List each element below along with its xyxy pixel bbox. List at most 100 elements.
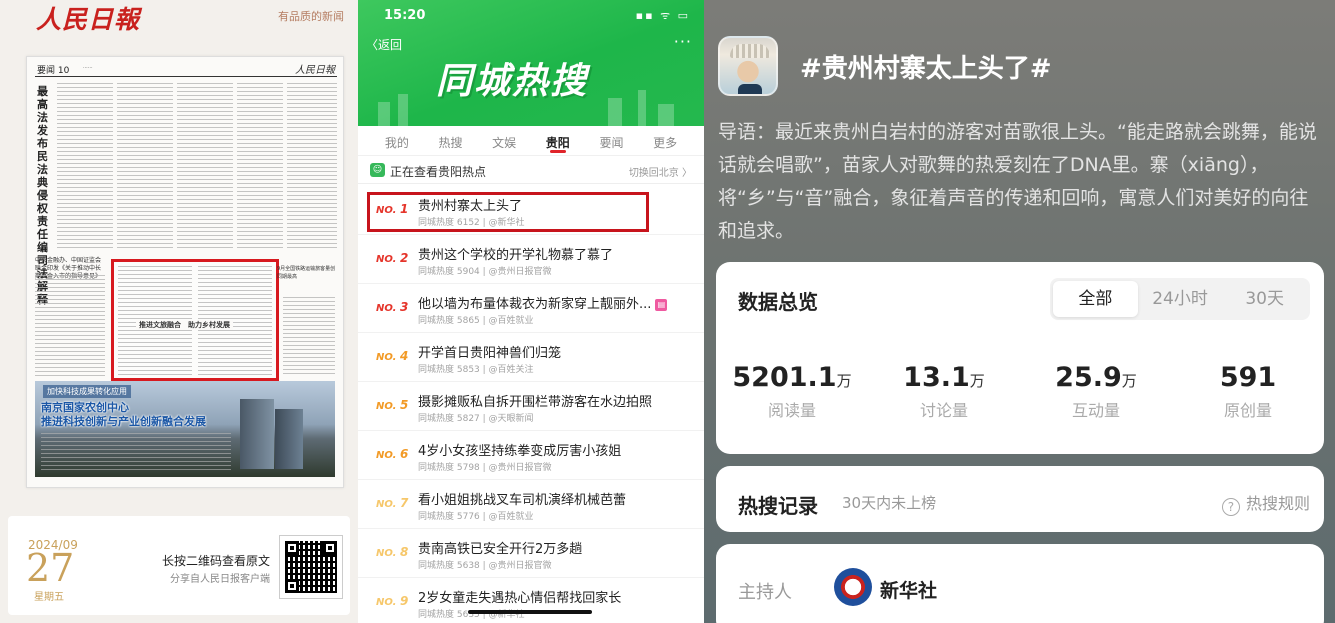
rank-label: NO. 6 bbox=[376, 447, 409, 461]
stat-unit: 万 bbox=[836, 372, 852, 390]
item-title: 4岁小女孩坚持练拳变成厉害小孩姐 bbox=[418, 444, 622, 459]
tab-mine[interactable]: 我的 bbox=[385, 126, 409, 155]
hot-rules-link[interactable]: ? 热搜规则 bbox=[1221, 490, 1310, 516]
tab-guiyang[interactable]: 贵阳 bbox=[546, 126, 570, 155]
status-time: 15:20 bbox=[384, 8, 426, 23]
hot-record-card: 热搜记录 30天内未上榜 ? 热搜规则 bbox=[716, 466, 1324, 532]
peoples-daily-logo: 人民日報 bbox=[36, 5, 141, 34]
item-meta: 同城热度 5798 | @贵州日报官微 bbox=[418, 463, 552, 473]
list-item[interactable]: NO. 7 看小姐姐挑战叉车司机演绎机械芭蕾 同城热度 5776 | @百姓就业 bbox=[358, 480, 704, 529]
host-name[interactable]: 新华社 bbox=[880, 576, 937, 603]
stat-label: 讨论量 bbox=[919, 401, 968, 420]
stat-unit: 万 bbox=[1121, 372, 1137, 390]
stat-interactions: 25.9万 互动量 bbox=[1020, 362, 1172, 421]
stat-unit: 万 bbox=[969, 372, 985, 390]
range-30d[interactable]: 30天 bbox=[1222, 281, 1307, 317]
hotsearch-panel: 15:20 ▪▪ ᯤ ▭ 〈返回 ··· 同城热搜 我的 热搜 文娱 贵阳 要闻… bbox=[358, 0, 704, 623]
stat-value: 591 bbox=[1219, 362, 1277, 393]
newspaper-page-image[interactable]: 要闻 10 ······ 人民日報 最高法发布民法典侵权责任编司法解释 中央金融… bbox=[26, 56, 344, 488]
rank-label: NO. 4 bbox=[376, 349, 409, 363]
rank-label: NO. 7 bbox=[376, 496, 409, 510]
tab-entertainment[interactable]: 文娱 bbox=[492, 126, 516, 155]
item-title: 开学首日贵阳神兽们归笼 bbox=[418, 346, 562, 361]
list-item[interactable]: NO. 8 贵南高铁已安全开行2万多趟 同城热度 5638 | @贵州日报官微 bbox=[358, 529, 704, 578]
share-source: 分享自人民日报客户端 bbox=[170, 574, 270, 585]
item-title: 贵州这个学校的开学礼物慕了慕了 bbox=[418, 248, 614, 263]
rank-label: NO. 3 bbox=[376, 300, 409, 314]
rank-label: NO. 5 bbox=[376, 398, 409, 412]
item-title: 看小姐姐挑战叉车司机演绎机械芭蕾 bbox=[418, 493, 627, 508]
text-column bbox=[237, 83, 283, 251]
item-meta: 同城热度 5865 | @百姓就业 bbox=[418, 316, 534, 326]
list-item[interactable]: NO. 2 贵州这个学校的开学礼物慕了慕了 同城热度 5904 | @贵州日报官… bbox=[358, 235, 704, 284]
stat-label: 互动量 bbox=[1071, 401, 1120, 420]
stat-value: 5201.1 bbox=[732, 362, 837, 393]
range-all[interactable]: 全部 bbox=[1053, 281, 1138, 317]
item-meta: 同城热度 5776 | @百姓就业 bbox=[418, 512, 534, 522]
item-title: 2岁女童走失遇热心情侣帮找回家长 bbox=[418, 591, 622, 606]
stat-label: 原创量 bbox=[1223, 401, 1272, 420]
xinhua-logo-icon[interactable] bbox=[834, 568, 872, 606]
item-title: 他以墙为布量体裁衣为新家穿上靓丽外... ▤ bbox=[418, 293, 668, 312]
list-item[interactable]: NO. 5 摄影摊贩私自拆开围栏带游客在水边拍照 同城热度 5827 | @天眼… bbox=[358, 382, 704, 431]
help-icon: ? bbox=[1221, 498, 1240, 516]
section-label: 要闻 10 bbox=[37, 66, 70, 76]
location-text: 正在查看贵阳热点 bbox=[390, 165, 487, 179]
host-label: 主持人 bbox=[738, 582, 792, 603]
topic-avatar bbox=[718, 36, 778, 96]
item-meta: 同城热度 5827 | @天眼新闻 bbox=[418, 414, 534, 424]
time-range-selector: 全部 24小时 30天 bbox=[1050, 278, 1310, 320]
new-badge-icon: ▤ bbox=[655, 299, 668, 311]
article-title: 推进文旅融合 助力乡村发展 bbox=[136, 320, 233, 330]
stat-label: 阅读量 bbox=[767, 401, 816, 420]
data-overview-card: 数据总览 全部 24小时 30天 5201.1万 阅读量 13.1万 讨论量 2… bbox=[716, 262, 1324, 454]
date-day: 27 bbox=[26, 546, 75, 590]
list-item[interactable]: NO. 3 他以墙为布量体裁衣为新家穿上靓丽外... ▤ 同城热度 5865 | … bbox=[358, 284, 704, 333]
qr-code[interactable] bbox=[279, 535, 343, 599]
newspaper-header: 人民日報 有品质的新闻 bbox=[0, 0, 358, 40]
date-weekday: 星期五 bbox=[34, 592, 64, 603]
list-item[interactable]: NO. 6 4岁小女孩坚持练拳变成厉害小孩姐 同城热度 5798 | @贵州日报… bbox=[358, 431, 704, 480]
page-header-bar: 要闻 10 ······ 人民日報 bbox=[35, 63, 337, 77]
tab-more[interactable]: 更多 bbox=[653, 126, 677, 155]
list-item[interactable]: NO. 4 开学首日贵阳神兽们归笼 同城热度 5853 | @百姓关注 bbox=[358, 333, 704, 382]
text-column bbox=[57, 83, 113, 251]
location-icon: ☺ bbox=[370, 163, 385, 177]
location-bar: ☺ 正在查看贵阳热点 切换回北京 〉 bbox=[358, 158, 704, 184]
record-status: 30天内未上榜 bbox=[842, 494, 937, 512]
qr-instruction: 长按二维码查看原文 bbox=[161, 554, 270, 568]
home-indicator[interactable] bbox=[468, 610, 592, 614]
text-column bbox=[117, 83, 173, 251]
topic-title: #贵州村寨太上头了# bbox=[800, 54, 1052, 84]
range-24h[interactable]: 24小时 bbox=[1138, 281, 1223, 317]
back-button[interactable]: 〈返回 bbox=[366, 36, 402, 53]
stat-originals: 591 原创量 bbox=[1172, 362, 1324, 421]
rank-label: NO. 8 bbox=[376, 545, 409, 559]
highlight-box bbox=[367, 192, 649, 232]
article-photo: 加快科技成果转化应用 南京国家农创中心 推进科技创新与产业创新融合发展 bbox=[35, 381, 335, 477]
more-options-icon[interactable]: ··· bbox=[674, 32, 692, 51]
stat-value: 13.1 bbox=[903, 362, 970, 393]
stat-discussions: 13.1万 讨论量 bbox=[868, 362, 1020, 421]
hotsearch-banner: 15:20 ▪▪ ᯤ ▭ 〈返回 ··· 同城热搜 bbox=[358, 0, 704, 126]
tab-hot[interactable]: 热搜 bbox=[438, 126, 462, 155]
topic-panel: #贵州村寨太上头了# 导语：最近来贵州白岩村的游客对苗歌很上头。“能走路就会跳舞… bbox=[704, 0, 1335, 623]
photo-title-line2: 推进科技创新与产业创新融合发展 bbox=[41, 415, 206, 428]
item-meta: 同城热度 5904 | @贵州日报官微 bbox=[418, 267, 552, 277]
stat-value: 25.9 bbox=[1055, 362, 1122, 393]
item-meta: 同城热度 5638 | @贵州日报官微 bbox=[418, 561, 552, 571]
text-column bbox=[283, 297, 335, 377]
switch-city-link[interactable]: 切换回北京 〉 bbox=[629, 164, 692, 179]
list-item[interactable]: NO. 9 2岁女童走失遇热心情侣帮找回家长 同城热度 5635 | @新华社 bbox=[358, 578, 704, 623]
newspaper-panel: 人民日報 有品质的新闻 要闻 10 ······ 人民日報 最高法发布民法典侵权… bbox=[0, 0, 358, 623]
item-meta: 同城热度 5853 | @百姓关注 bbox=[418, 365, 534, 375]
page-title: 同城热搜 bbox=[436, 61, 589, 102]
highlighted-article[interactable]: 推进文旅融合 助力乡村发展 bbox=[111, 259, 279, 381]
record-heading: 热搜记录 bbox=[738, 494, 818, 518]
rank-label: NO. 2 bbox=[376, 251, 409, 265]
page-date: ······ bbox=[83, 65, 93, 71]
tab-news[interactable]: 要闻 bbox=[599, 126, 623, 155]
text-column bbox=[177, 83, 233, 251]
slogan: 有品质的新闻 bbox=[278, 10, 344, 23]
rank-label: NO. 9 bbox=[376, 594, 409, 608]
